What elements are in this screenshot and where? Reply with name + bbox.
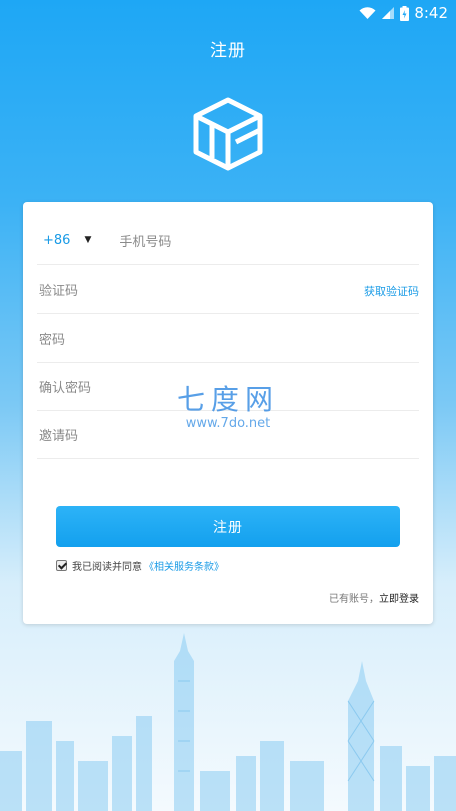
app-logo-cube-icon: [193, 97, 263, 171]
confirm-password-row: 确认密码: [37, 362, 419, 411]
status-time: 8:42: [414, 4, 448, 22]
register-button[interactable]: 注册: [56, 506, 400, 547]
login-link[interactable]: 立即登录: [379, 594, 419, 605]
wifi-icon: [359, 7, 376, 19]
has-account-text: 已有账号，: [329, 594, 379, 605]
agreement-text: 我已阅读并同意: [72, 562, 142, 573]
checkbox-checked-icon[interactable]: [56, 560, 67, 571]
chevron-down-icon[interactable]: ▼: [84, 235, 91, 245]
password-input[interactable]: 密码: [39, 329, 65, 348]
country-code-select[interactable]: +86: [43, 233, 70, 248]
agreement-row: 我已阅读并同意 《相关服务条款》: [56, 558, 224, 573]
invite-code-row: 邀请码: [37, 410, 419, 459]
login-prompt: 已有账号，立即登录: [329, 590, 419, 605]
signal-icon: [382, 7, 395, 19]
phone-row: +86 ▼ 手机号码: [37, 216, 419, 265]
register-card: +86 ▼ 手机号码 验证码 获取验证码 密码 确认密码 邀请码 注册 我已阅读…: [23, 202, 433, 624]
get-code-button[interactable]: 获取验证码: [364, 283, 419, 299]
invite-code-input[interactable]: 邀请码: [39, 425, 78, 444]
phone-input[interactable]: 手机号码: [119, 231, 171, 250]
confirm-password-input[interactable]: 确认密码: [39, 377, 91, 396]
terms-link[interactable]: 《相关服务条款》: [144, 558, 224, 573]
status-bar: 8:42: [0, 0, 456, 26]
password-row: 密码: [37, 314, 419, 363]
page-title: 注册: [210, 41, 246, 61]
battery-icon: [400, 5, 410, 21]
verification-code-input[interactable]: 验证码: [39, 280, 78, 299]
code-row: 验证码 获取验证码: [37, 265, 419, 314]
city-skyline-illustration: [0, 633, 456, 811]
